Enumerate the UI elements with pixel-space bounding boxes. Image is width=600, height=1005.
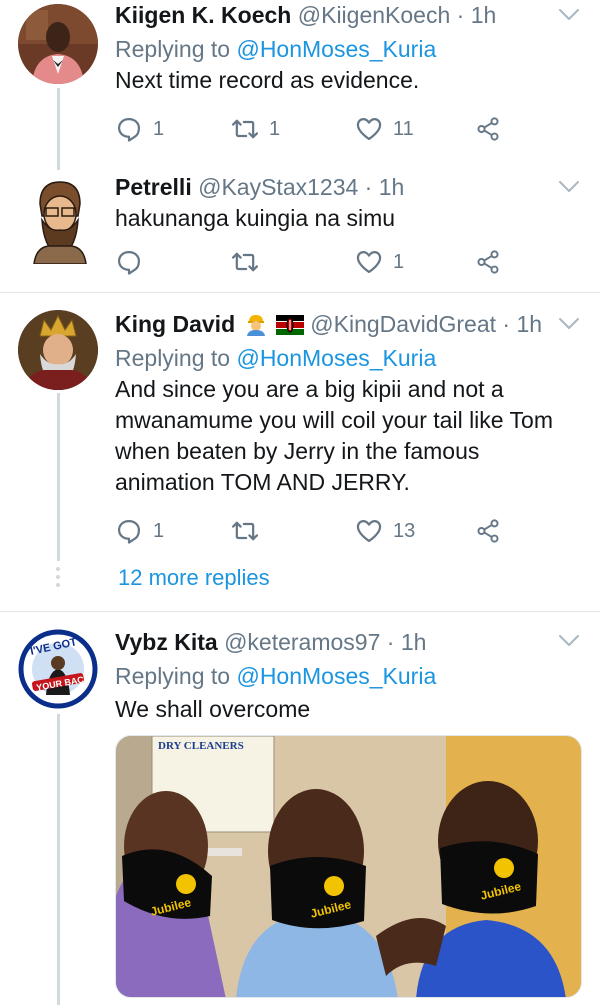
user-handle[interactable]: @KayStax1234 (198, 174, 358, 200)
replying-to: Replying to @HonMoses_Kuria (115, 660, 580, 692)
avatar[interactable] (26, 176, 94, 264)
tweet-photo[interactable]: DRY CLEANERS Jubilee Jubilee Jubilee (115, 735, 582, 998)
reply-button[interactable]: 1 (115, 114, 164, 144)
retweet-button[interactable] (231, 247, 269, 277)
avatar[interactable]: I'VE GOT YOUR BACK (18, 629, 98, 709)
replying-to-label: Replying to (115, 36, 237, 62)
retweet-icon (231, 517, 259, 545)
like-button[interactable]: 13 (355, 516, 415, 546)
like-count: 11 (393, 117, 414, 140)
tweet-header: King David @KingDavidGreat · 1h (115, 309, 580, 339)
more-replies-link[interactable]: 12 more replies (118, 565, 270, 591)
user-handle[interactable]: @KingDavidGreat (310, 311, 496, 337)
replying-to-label: Replying to (115, 663, 237, 689)
reply-icon (115, 248, 143, 276)
tweet-text: And since you are a big kipii and not a … (115, 376, 553, 495)
thread-dots (56, 567, 61, 591)
timestamp[interactable]: 1h (379, 174, 405, 200)
tweet-actions: 1 (115, 247, 515, 277)
like-button[interactable]: 1 (355, 247, 404, 277)
share-button[interactable] (475, 516, 501, 546)
user-handle[interactable]: @keteramos97 (224, 629, 380, 655)
share-button[interactable] (475, 114, 501, 144)
timestamp[interactable]: 1h (471, 2, 497, 28)
reply-button[interactable] (115, 247, 153, 277)
avatar[interactable] (18, 4, 98, 84)
thread-line (57, 714, 60, 1005)
separator-dot: · (502, 311, 511, 337)
tweet-actions: 1 13 (115, 516, 515, 546)
separator-dot: · (364, 174, 373, 200)
like-icon (355, 517, 383, 545)
tweet-header: Petrelli @KayStax1234 · 1h (115, 172, 580, 202)
chevron-down-icon[interactable] (558, 634, 580, 648)
timestamp[interactable]: 1h (401, 629, 427, 655)
share-button[interactable] (475, 247, 501, 277)
mention-link[interactable]: @HonMoses_Kuria (236, 345, 436, 371)
tweet-kiigen[interactable]: Kiigen K. Koech @KiigenKoech · 1h Replyi… (0, 0, 600, 170)
reply-icon (115, 115, 143, 143)
reply-button[interactable]: 1 (115, 516, 164, 546)
like-icon (355, 115, 383, 143)
like-button[interactable]: 11 (355, 114, 414, 144)
retweet-button[interactable] (231, 516, 269, 546)
retweet-icon (231, 248, 259, 276)
timestamp[interactable]: 1h (516, 311, 542, 337)
display-name[interactable]: King David (115, 311, 235, 337)
replying-to: Replying to @HonMoses_Kuria (115, 33, 580, 65)
tweet-text: We shall overcome (115, 696, 311, 722)
retweet-count: 1 (269, 117, 281, 140)
tweet-actions: 1 1 11 (115, 114, 515, 144)
share-icon (475, 116, 501, 142)
separator-dot: · (386, 629, 395, 655)
display-name[interactable]: Kiigen K. Koech (115, 2, 291, 28)
chevron-down-icon[interactable] (558, 8, 580, 22)
tweet-king-david[interactable]: King David @KingDavidGreat · 1h Replying… (0, 293, 600, 611)
thread-line (57, 393, 60, 561)
replying-to-label: Replying to (115, 345, 237, 371)
tweet-header: Kiigen K. Koech @KiigenKoech · 1h (115, 0, 580, 30)
kenya-flag-icon (275, 312, 304, 342)
mention-link[interactable]: @HonMoses_Kuria (236, 663, 436, 689)
thread-line (57, 88, 60, 170)
mention-link[interactable]: @HonMoses_Kuria (236, 36, 436, 62)
like-count: 13 (393, 519, 416, 542)
separator-dot: · (456, 2, 465, 28)
tweet-header: Vybz Kita @keteramos97 · 1h (115, 627, 580, 657)
tweet-text: hakunanga kuingia na simu (115, 205, 396, 231)
user-handle[interactable]: @KiigenKoech (298, 2, 451, 28)
like-count: 1 (393, 250, 405, 273)
tweet-petrelli[interactable]: Petrelli @KayStax1234 · 1h hakunanga kui… (0, 170, 600, 292)
display-name[interactable]: Petrelli (115, 174, 192, 200)
chevron-down-icon[interactable] (558, 180, 580, 194)
chevron-down-icon[interactable] (558, 317, 580, 331)
retweet-button[interactable]: 1 (231, 114, 280, 144)
share-icon (475, 518, 501, 544)
sign-title: DRY CLEANERS (158, 740, 244, 752)
replying-to: Replying to @HonMoses_Kuria (115, 342, 580, 374)
share-icon (475, 249, 501, 275)
like-icon (355, 248, 383, 276)
worker-emoji-icon (244, 312, 268, 343)
avatar[interactable] (18, 310, 98, 390)
tweet-text: Next time record as evidence. (115, 67, 420, 93)
display-name[interactable]: Vybz Kita (115, 629, 218, 655)
reply-count: 1 (153, 519, 165, 542)
reply-count: 1 (153, 117, 165, 140)
retweet-icon (231, 115, 259, 143)
reply-icon (115, 517, 143, 545)
